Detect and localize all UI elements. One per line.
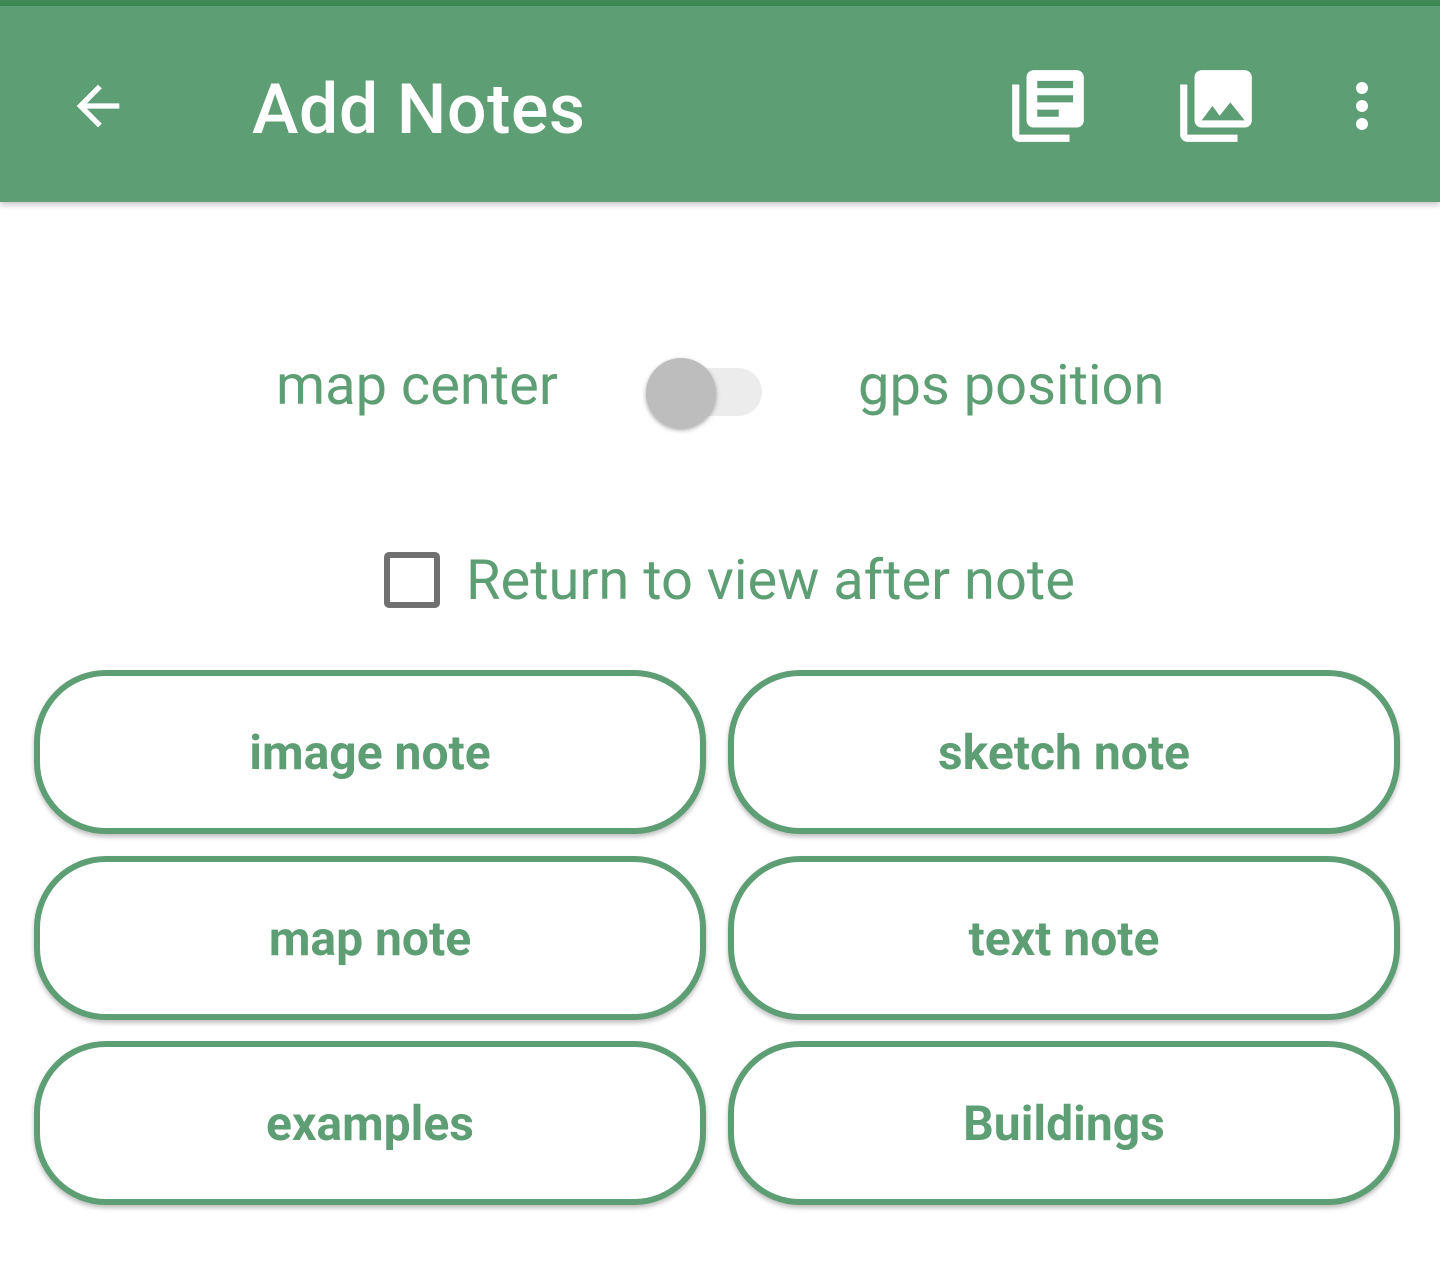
notes-list-icon	[1012, 70, 1084, 142]
position-switch[interactable]	[646, 344, 764, 428]
more-vert-icon	[1356, 82, 1368, 130]
more-options-button[interactable]	[1326, 58, 1398, 154]
buildings-button[interactable]: Buildings	[728, 1041, 1400, 1205]
position-toggle-row: map center gps position	[0, 330, 1440, 440]
map-note-button[interactable]: map note	[34, 856, 706, 1020]
return-to-view-checkbox[interactable]	[384, 552, 440, 608]
back-button[interactable]	[56, 58, 140, 154]
page-title: Add Notes	[252, 69, 586, 151]
map-center-label: map center	[276, 352, 558, 418]
return-to-view-option[interactable]: Return to view after note	[380, 540, 1075, 620]
arrow-back-icon	[76, 84, 120, 128]
notes-list-button[interactable]	[1004, 58, 1092, 154]
image-note-button[interactable]: image note	[34, 670, 706, 834]
switch-thumb	[646, 358, 716, 428]
examples-button[interactable]: examples	[34, 1041, 706, 1205]
app-bar: Add Notes	[0, 6, 1440, 202]
return-to-view-label: Return to view after note	[466, 547, 1075, 613]
gallery-button[interactable]	[1172, 58, 1260, 154]
text-note-button[interactable]: text note	[728, 856, 1400, 1020]
gps-position-label: gps position	[858, 352, 1165, 418]
photo-library-icon	[1180, 70, 1252, 142]
sketch-note-button[interactable]: sketch note	[728, 670, 1400, 834]
